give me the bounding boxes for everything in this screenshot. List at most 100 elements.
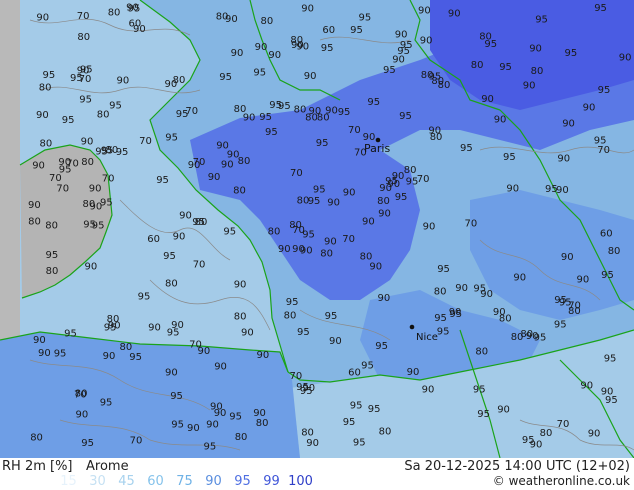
contour-label: 95 (70, 73, 83, 84)
contour-label: 80 (261, 16, 274, 27)
contour-label: 90 (583, 103, 596, 114)
contour-label: 90 (173, 232, 186, 243)
contour-label: 95 (350, 401, 363, 412)
legend-value: 15 (60, 474, 77, 489)
contour-label: 90 (506, 183, 519, 194)
contour-label: 70 (139, 136, 152, 147)
contour-label: 90 (255, 42, 268, 53)
contour-label: 95 (129, 352, 142, 363)
contour-label: 70 (77, 11, 90, 22)
contour-label: 95 (338, 107, 351, 118)
contour-label: 95 (350, 25, 363, 36)
contour-label: 90 (214, 408, 227, 419)
contour-label: 95 (219, 72, 232, 83)
contour-label: 95 (399, 111, 412, 122)
contour-label: 90 (580, 381, 593, 392)
contour-label: 70 (290, 168, 303, 179)
contour-label: 90 (526, 331, 539, 342)
copyright-link[interactable]: © weatheronline.co.uk (493, 474, 630, 488)
contour-label: 95 (594, 136, 607, 147)
contour-label: 95 (229, 411, 242, 422)
contour-label: 95 (484, 39, 497, 50)
contour-label: 95 (170, 391, 183, 402)
contour-label: 80 (234, 312, 247, 323)
contour-label: 90 (619, 52, 632, 63)
contour-label: 95 (265, 127, 278, 138)
contour-label: 95 (192, 217, 205, 228)
contour-label: 80 (284, 310, 297, 321)
contour-label: 95 (79, 95, 92, 106)
contour-label: 90 (291, 40, 304, 51)
contour-label: 90 (395, 30, 408, 41)
valid-time: Sa 20-12-2025 14:00 UTC (12+02) (404, 459, 630, 474)
contour-label: 90 (117, 76, 130, 87)
contour-label: 95 (383, 65, 396, 76)
contour-label: 70 (74, 390, 87, 401)
contour-label: 90 (577, 275, 590, 286)
contour-label: 90 (81, 136, 94, 147)
contour-label: 95 (343, 417, 356, 428)
humidity-map[interactable]: 8080708090909090959090909595909070807080… (0, 0, 634, 458)
contour-label: 90 (448, 8, 461, 19)
contour-label: 95 (605, 395, 618, 406)
contour-label: 90 (85, 261, 98, 272)
contour-label: 80 (289, 220, 302, 231)
contour-label: 80 (608, 246, 621, 257)
contour-label: 70 (342, 234, 355, 245)
contour-label: 80 (531, 66, 544, 77)
contour-label: 70 (417, 174, 430, 185)
contour-label: 95 (316, 138, 329, 149)
contour-label: 95 (302, 229, 315, 240)
contour-label: 90 (38, 348, 51, 359)
contour-label: 70 (102, 174, 115, 185)
contour-label: 70 (189, 339, 202, 350)
contour-label: 95 (368, 404, 381, 415)
contour-label: 60 (322, 25, 335, 36)
contour-label: 90 (392, 54, 405, 65)
contour-label: 90 (33, 335, 46, 346)
contour-label: 90 (171, 320, 184, 331)
contour-label: 90 (268, 50, 281, 61)
contour-label: 95 (554, 295, 567, 306)
contour-label: 90 (28, 200, 41, 211)
contour-label: 90 (216, 140, 229, 151)
contour-label: 80 (97, 109, 110, 120)
legend-value: 30 (89, 474, 106, 489)
contour-label: 95 (204, 441, 217, 452)
legend-value: 45 (118, 474, 135, 489)
contour-label: 95 (367, 97, 380, 108)
legend-value: 75 (176, 474, 193, 489)
contour-label: 80 (471, 60, 484, 71)
contour-label: 80 (379, 427, 392, 438)
contour-label: 80 (40, 138, 53, 149)
contour-label: 90 (36, 110, 49, 121)
contour-label: 95 (62, 115, 75, 126)
contour-label: 90 (523, 81, 536, 92)
contour-label: 80 (511, 332, 524, 343)
contour-label: 95 (473, 384, 486, 395)
contour-label: 80 (77, 32, 90, 43)
contour-label: 90 (32, 160, 45, 171)
contour-label: 90 (231, 48, 244, 59)
contour-label: 90 (392, 171, 405, 182)
contour-label: 80 (107, 314, 120, 325)
contour-label: 95 (594, 3, 607, 14)
contour-label: 90 (241, 328, 254, 339)
contour-label: 80 (235, 432, 248, 443)
contour-label: 95 (81, 438, 94, 449)
contour-label: 80 (317, 112, 330, 123)
contour-label: 95 (54, 349, 67, 360)
contour-label: 95 (308, 196, 321, 207)
contour-label: 90 (369, 262, 382, 273)
contour-label: 60 (600, 228, 613, 239)
contour-label: 95 (297, 327, 310, 338)
contour-label: 95 (156, 175, 169, 186)
contour-label: 90 (481, 94, 494, 105)
contour-label: 90 (557, 154, 570, 165)
contour-label: 70 (56, 183, 69, 194)
contour-label: 90 (422, 385, 435, 396)
contour-label: 70 (465, 219, 478, 230)
contour-label: 90 (304, 71, 317, 82)
contour-label: 95 (361, 361, 374, 372)
city-dot (409, 324, 415, 330)
